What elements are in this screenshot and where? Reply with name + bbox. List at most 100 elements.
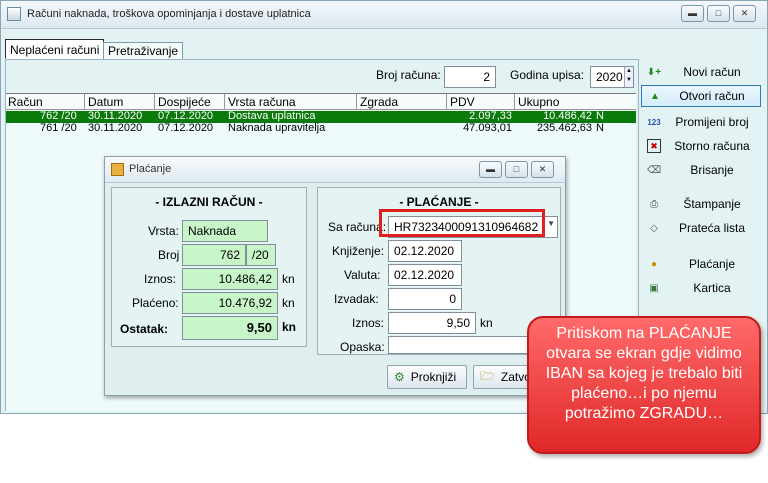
opaska-label: Opaska: <box>340 340 385 354</box>
cell-flag: N <box>596 110 604 122</box>
placanje-button[interactable]: ● Plaćanje <box>641 253 761 275</box>
izlazni-racun-group: - IZLAZNI RAČUN - Vrsta: Naknada Broj 76… <box>111 187 307 347</box>
list-icon: ◇ <box>650 222 658 234</box>
stampanje-label: Štampanje <box>683 197 741 211</box>
broj-racuna-input[interactable]: 2 <box>444 66 496 88</box>
valuta-field[interactable]: 02.12.2020 <box>388 264 462 286</box>
prateca-lista-label: Prateća lista <box>678 221 746 235</box>
iznos-currency: kn <box>282 272 295 286</box>
placeno-field: 10.476,92 <box>182 292 278 314</box>
placeno-currency: kn <box>282 296 295 310</box>
placanje-iznos-field[interactable]: 9,50 <box>388 312 476 334</box>
open-icon: ▲ <box>650 90 660 102</box>
maximize-button[interactable]: □ <box>707 5 730 22</box>
broj-label: Broj <box>158 248 180 262</box>
promijeni-broj-label: Promijeni broj <box>675 115 749 129</box>
cell-dospijece: 07.12.2020 <box>158 122 214 134</box>
table-row[interactable]: 761 /20 30.11.2020 07.12.2020 Naknada up… <box>6 122 636 135</box>
callout-text: Pritiskom na PLAĆANJE otvara se ekran gd… <box>545 325 743 422</box>
broj-field: 762 <box>182 244 246 266</box>
izvadak-field[interactable]: 0 <box>388 288 462 310</box>
storno-racuna-button[interactable]: ✖ Storno računa <box>641 135 761 157</box>
app-icon <box>7 7 21 21</box>
dialog-close-button[interactable]: ✕ <box>531 161 554 178</box>
col-vrsta-racuna[interactable]: Vrsta računa <box>228 95 296 109</box>
cell-ukupno: 10.486,42 <box>543 110 592 122</box>
iznos-field: 10.486,42 <box>182 268 278 290</box>
title-bar: Računi naknada, troškova opominjanja i d… <box>1 1 767 29</box>
iznos-label: Iznos: <box>144 272 177 286</box>
dialog-title: Plaćanje <box>129 163 172 175</box>
brisanje-label: Brisanje <box>690 163 734 177</box>
change-number-icon: 123 <box>647 117 661 127</box>
spin-arrows-icon[interactable]: ▲ ▼ <box>624 67 633 87</box>
otvori-racun-button[interactable]: ▲ Otvori račun <box>641 85 761 107</box>
print-icon: ⎙ <box>650 198 658 210</box>
broj-racuna-label: Broj računa: <box>376 68 441 82</box>
cell-racun: 761 /20 <box>40 122 77 134</box>
broj-suffix-field: /20 <box>246 244 276 266</box>
knjizenje-field[interactable]: 02.12.2020 <box>388 240 462 262</box>
valuta-label: Valuta: <box>344 268 381 282</box>
col-pdv[interactable]: PDV <box>450 95 475 109</box>
cell-flag: N <box>596 122 604 134</box>
col-zgrada[interactable]: Zgrada <box>360 95 398 109</box>
placanje-group-title: - PLAĆANJE - <box>399 195 479 209</box>
storno-icon: ✖ <box>647 139 661 153</box>
prateca-lista-button[interactable]: ◇ Prateća lista <box>641 217 761 239</box>
col-ukupno[interactable]: Ukupno <box>518 95 559 109</box>
col-datum[interactable]: Datum <box>88 95 123 109</box>
folder-icon: 🗁 <box>480 368 495 383</box>
ostatak-label: Ostatak: <box>120 322 169 336</box>
novi-racun-label: Novi račun <box>683 65 741 79</box>
minimize-button[interactable]: ▬ <box>681 5 704 22</box>
placanje-dialog: Plaćanje ▬ □ ✕ - IZLAZNI RAČUN - Vrsta: … <box>104 156 566 396</box>
novi-racun-button[interactable]: ⬇+ Novi račun <box>641 61 761 83</box>
godina-upisa-label: Godina upisa: <box>510 68 585 82</box>
ostatak-currency: kn <box>282 320 297 334</box>
izvadak-label: Izvadak: <box>334 292 379 306</box>
tab-pretrazivanje[interactable]: Pretraživanje <box>103 42 184 59</box>
col-dospijece[interactable]: Dospijeće <box>158 95 211 109</box>
sa-racuna-label: Sa računa: <box>328 220 387 234</box>
izlazni-racun-title: - IZLAZNI RAČUN - <box>155 195 263 209</box>
otvori-racun-label: Otvori račun <box>679 89 745 103</box>
dialog-minimize-button[interactable]: ▬ <box>479 161 502 178</box>
payment-icon <box>111 163 124 176</box>
promijeni-broj-button[interactable]: 123 Promijeni broj <box>641 111 761 133</box>
kartica-label: Kartica <box>693 281 731 295</box>
cell-vrsta: Dostava uplatnica <box>228 110 316 122</box>
godina-upisa-value: 2020 <box>596 70 623 84</box>
cell-dospijece: 07.12.2020 <box>158 110 214 122</box>
placeno-label: Plaćeno: <box>132 296 179 310</box>
card-icon: ▣ <box>649 282 659 294</box>
window-title: Računi naknada, troškova opominjanja i d… <box>27 8 311 20</box>
brisanje-button[interactable]: ⌫ Brisanje <box>641 159 761 181</box>
kartica-button[interactable]: ▣ Kartica <box>641 277 761 299</box>
dialog-maximize-button[interactable]: □ <box>505 161 528 178</box>
delete-icon: ⌫ <box>646 164 662 176</box>
cell-pdv: 2.097,33 <box>469 110 512 122</box>
chevron-down-icon[interactable]: ▼ <box>547 219 555 228</box>
placanje-label: Plaćanje <box>688 257 736 271</box>
new-icon: ⬇+ <box>646 66 662 78</box>
cell-racun: 762 /20 <box>40 110 77 122</box>
col-racun[interactable]: Račun <box>8 95 43 109</box>
placanje-iznos-label: Iznos: <box>352 316 385 330</box>
cell-datum: 30.11.2020 <box>88 122 143 134</box>
cell-ukupno: 235.462,63 <box>536 122 592 134</box>
vrsta-field: Naknada <box>182 220 268 242</box>
gear-icon: ⚙ <box>394 370 405 384</box>
iban-highlight <box>379 209 545 237</box>
storno-racuna-label: Storno računa <box>674 139 750 153</box>
godina-upisa-input[interactable]: 2020 ▲ ▼ <box>590 66 634 88</box>
ostatak-field: 9,50 <box>182 316 278 340</box>
stampanje-button[interactable]: ⎙ Štampanje <box>641 193 761 215</box>
annotation-callout: Pritiskom na PLAĆANJE otvara se ekran gd… <box>527 316 761 454</box>
payment-icon: ● <box>650 258 658 270</box>
close-button[interactable]: ✕ <box>733 5 756 22</box>
proknjizi-button[interactable]: ⚙ Proknjiži <box>387 365 467 389</box>
dialog-title-bar: Plaćanje ▬ □ ✕ <box>105 157 565 183</box>
tab-neplaceni-racuni[interactable]: Neplaćeni računi <box>5 39 105 59</box>
vrsta-label: Vrsta: <box>148 224 179 238</box>
